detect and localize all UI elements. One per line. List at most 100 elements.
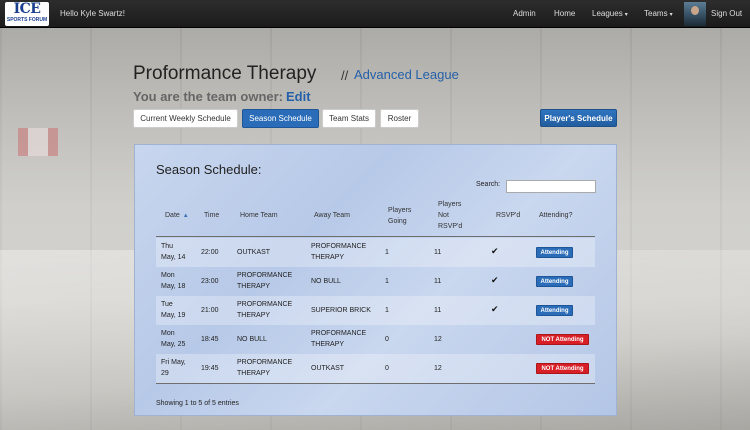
cell-time: 21:00 (201, 307, 219, 314)
search-label: Search: (476, 181, 501, 188)
nav-teams-dropdown[interactable]: Teams ▾ (644, 9, 673, 18)
edit-team-link[interactable]: Edit (286, 89, 311, 104)
column-header-players-going-line2: Going (388, 218, 407, 225)
column-header-date-label: Date (165, 212, 180, 219)
cell-home-line1: PROFORMANCE (237, 301, 293, 308)
title-separator: // (341, 68, 349, 83)
table-header-divider (156, 236, 595, 237)
tab-roster[interactable]: Roster (380, 109, 419, 128)
column-header-not-rsvpd-line1: Players (438, 201, 462, 208)
search-input[interactable] (506, 180, 596, 193)
checkmark-icon: ✔ (491, 304, 499, 314)
owner-text: You are the team owner: (133, 89, 284, 104)
chevron-down-icon: ▾ (669, 12, 673, 18)
cell-date-line1: Fri May, (161, 359, 186, 366)
column-header-players-not-rsvpd[interactable]: Players Not RSVP'd (438, 199, 462, 232)
cell-away-line1: SUPERIOR BRICK (311, 307, 371, 314)
season-schedule-panel: Season Schedule: Search: Date ▲ Time Home… (134, 144, 617, 416)
cell-home-team: PROFORMANCE THERAPY (237, 299, 292, 321)
cell-away-team: SUPERIOR BRICK (311, 305, 371, 316)
cell-players-not-rsvpd: 12 (434, 336, 442, 343)
league-link[interactable]: Advanced League (354, 67, 459, 82)
players-schedule-button[interactable]: Player's Schedule (540, 109, 617, 127)
cell-home-line1: PROFORMANCE (237, 359, 293, 366)
cell-date-line2: 29 (161, 370, 169, 377)
tab-current-weekly-schedule[interactable]: Current Weekly Schedule (133, 109, 238, 128)
checkmark-icon: ✔ (491, 246, 499, 256)
cell-away-team: PROFORMANCE THERAPY (311, 328, 366, 350)
chevron-down-icon: ▾ (624, 12, 628, 18)
cell-date-line2: May, 19 (161, 312, 186, 319)
cell-players-going: 0 (385, 365, 389, 372)
cell-players-not-rsvpd: 11 (434, 307, 442, 314)
column-header-players-going-line1: Players (388, 207, 412, 214)
nav-leagues-dropdown[interactable]: Leagues ▾ (592, 9, 628, 18)
nav-leagues-label: Leagues (592, 9, 623, 18)
top-navbar: ICE SPORTS FORUM Hello Kyle Swartz! Admi… (0, 0, 750, 28)
attending-badge[interactable]: Attending (536, 276, 573, 287)
checkmark-icon: ✔ (491, 275, 499, 285)
nav-home[interactable]: Home (554, 9, 575, 18)
column-header-time[interactable]: Time (204, 210, 219, 221)
cell-time: 18:45 (201, 336, 219, 343)
table-row: Fri May, 29 19:45 PROFORMANCE THERAPY OU… (156, 354, 595, 383)
cell-players-going: 1 (385, 307, 389, 314)
cell-home-line1: NO BULL (237, 336, 267, 343)
attending-badge[interactable]: Attending (536, 247, 573, 258)
cell-players-not-rsvpd: 11 (434, 249, 442, 256)
table-footer-divider (156, 383, 595, 384)
cell-date-line2: May, 25 (161, 341, 186, 348)
table-row: Mon May, 25 18:45 NO BULL PROFORMANCE TH… (156, 325, 595, 354)
attending-badge[interactable]: Attending (536, 305, 573, 316)
cell-date-line1: Mon (161, 330, 175, 337)
cell-time: 19:45 (201, 365, 219, 372)
cell-players-not-rsvpd: 12 (434, 365, 442, 372)
not-attending-badge[interactable]: NOT Attending (536, 363, 589, 374)
user-greeting: Hello Kyle Swartz! (60, 9, 125, 18)
cell-date-line1: Thu (161, 243, 174, 250)
cell-away-line1: NO BULL (311, 278, 341, 285)
cell-home-team: NO BULL (237, 334, 267, 345)
column-header-attending[interactable]: Attending? (539, 210, 572, 221)
cell-players-going: 0 (385, 336, 389, 343)
cell-date-line2: May, 14 (161, 254, 186, 261)
sign-out-link[interactable]: Sign Out (711, 9, 742, 18)
cell-away-line2: THERAPY (311, 254, 345, 261)
column-header-rsvpd[interactable]: RSVP'd (496, 210, 520, 221)
cell-date-line1: Tue (161, 301, 173, 308)
not-attending-badge[interactable]: NOT Attending (536, 334, 589, 345)
cell-players-going: 1 (385, 278, 389, 285)
cell-home-line2: THERAPY (237, 370, 271, 377)
ice-sports-forum-logo[interactable]: ICE SPORTS FORUM (5, 2, 49, 26)
table-info-text: Showing 1 to 5 of 5 entries (156, 400, 239, 407)
cell-date: Mon May, 25 (161, 328, 185, 350)
panel-title: Season Schedule: (156, 162, 262, 177)
column-header-away-team[interactable]: Away Team (314, 210, 350, 221)
cell-date-line2: May, 18 (161, 283, 186, 290)
column-header-not-rsvpd-line3: RSVP'd (438, 223, 463, 230)
column-header-date[interactable]: Date ▲ (165, 210, 189, 222)
column-header-players-going[interactable]: Players Going (388, 205, 411, 227)
table-row: Tue May, 19 21:00 PROFORMANCE THERAPY SU… (156, 296, 595, 325)
cell-away-line2: THERAPY (311, 341, 345, 348)
cell-date-line1: Mon (161, 272, 175, 279)
cell-time: 22:00 (201, 249, 219, 256)
tab-team-stats[interactable]: Team Stats (322, 109, 376, 128)
cell-players-not-rsvpd: 11 (434, 278, 442, 285)
nav-admin[interactable]: Admin (513, 9, 536, 18)
cell-date: Mon May, 18 (161, 270, 185, 292)
cell-home-line1: OUTKAST (237, 249, 271, 256)
cell-date: Thu May, 14 (161, 241, 185, 263)
column-header-not-rsvpd-line2: Not (438, 212, 449, 219)
cell-time: 23:00 (201, 278, 219, 285)
avatar[interactable] (684, 2, 706, 26)
cell-home-line1: PROFORMANCE (237, 272, 293, 279)
cell-home-team: OUTKAST (237, 247, 270, 258)
cell-players-going: 1 (385, 249, 389, 256)
column-header-home-team[interactable]: Home Team (240, 210, 278, 221)
cell-away-line1: PROFORMANCE (311, 330, 367, 337)
cell-away-line1: OUTKAST (311, 365, 345, 372)
cell-date: Tue May, 19 (161, 299, 185, 321)
logo-text: ICE (13, 1, 41, 17)
tab-season-schedule[interactable]: Season Schedule (242, 109, 319, 128)
